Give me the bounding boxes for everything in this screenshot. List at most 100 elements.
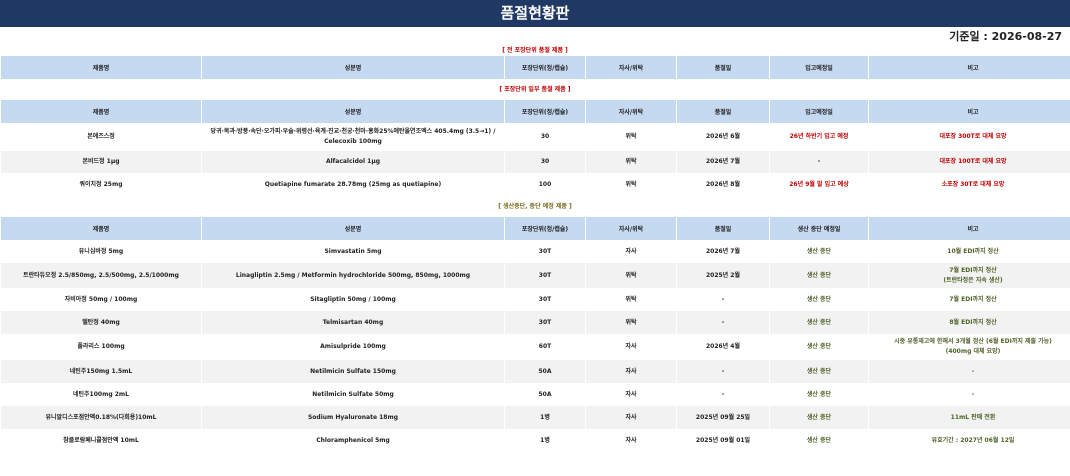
cell-ingredient: Linagliptin 2.5mg / Metformin hydrochlor… bbox=[202, 263, 504, 288]
cell-discontinue-date: 생산 중단 bbox=[770, 406, 868, 429]
col-remarks: 비고 bbox=[869, 100, 1070, 123]
cell-package: 30T bbox=[505, 263, 585, 288]
cell-package: 30 bbox=[505, 123, 585, 151]
cell-ingredient: Simvastatin 5mg bbox=[202, 240, 504, 263]
col-package: 포장단위(정/캡슐) bbox=[505, 100, 585, 123]
cell-restock-date: 26년 9월 말 입고 예상 bbox=[770, 173, 868, 196]
table-header: 제품명 성분명 포장단위(정/캡슐) 자사/위탁 품절일 생산 중단 예정일 비… bbox=[1, 217, 1070, 240]
col-ingredient: 성분명 bbox=[202, 217, 504, 240]
cell-maker: 위탁 bbox=[586, 151, 676, 173]
cell-maker: 위탁 bbox=[586, 123, 676, 151]
col-product: 제품명 bbox=[1, 100, 201, 123]
col-restock-date: 입고예정일 bbox=[770, 100, 868, 123]
cell-ingredient: Quetiapine fumarate 28.78mg (25mg as que… bbox=[202, 173, 504, 196]
col-remarks: 비고 bbox=[869, 56, 1070, 79]
cell-maker: 자사 bbox=[586, 429, 676, 452]
cell-product: 쿼이치정 25mg bbox=[1, 173, 201, 196]
cell-soldout-date: 2026년 8월 bbox=[677, 173, 769, 196]
cell-restock-date: - bbox=[770, 151, 868, 173]
cell-package: 100 bbox=[505, 173, 585, 196]
table-row: 유니알디스포점안액0.18%(다회용)10mL Sodium Hyalurona… bbox=[1, 406, 1070, 429]
cell-soldout-date: 2026년 7월 bbox=[677, 240, 769, 263]
cell-package: 1병 bbox=[505, 406, 585, 429]
cell-ingredient: Sodium Hyaluronate 18mg bbox=[202, 406, 504, 429]
table-row: 폴라리스 100mg Amisulpride 100mg 60T 자사 2026… bbox=[1, 334, 1070, 360]
cell-package: 1병 bbox=[505, 429, 585, 452]
table-row: 본에즈스정 당귀·목과·방풍·속단·오가피·우슬·위령선·육계·진교·천궁·천마… bbox=[1, 123, 1070, 151]
cell-package: 30T bbox=[505, 288, 585, 311]
table-header: 제품명 성분명 포장단위(정/캡슐) 자사/위탁 품절일 입고예정일 비고 bbox=[1, 56, 1070, 79]
cell-ingredient: Netilmicin Sulfate 50mg bbox=[202, 383, 504, 406]
table-row: 참클로람페니콜점안액 10mL Chloramphenicol 5mg 1병 자… bbox=[1, 429, 1070, 452]
section-label-full: [ 전 포장단위 품절 제품 ] bbox=[502, 47, 568, 54]
col-soldout-date: 품절일 bbox=[677, 100, 769, 123]
cell-maker: 자사 bbox=[586, 360, 676, 383]
cell-soldout-date: - bbox=[677, 288, 769, 311]
cell-soldout-date: - bbox=[677, 360, 769, 383]
cell-soldout-date: 2026년 4월 bbox=[677, 334, 769, 360]
table-row: 본비드정 1μg Alfacalcidol 1μg 30 위탁 2026년 7월… bbox=[1, 151, 1070, 173]
cell-discontinue-date: 생산 중단 bbox=[770, 240, 868, 263]
cell-discontinue-date: 생산 중단 bbox=[770, 360, 868, 383]
cell-ingredient: Netilmicin Sulfate 150mg bbox=[202, 360, 504, 383]
cell-discontinue-date: 생산 중단 bbox=[770, 311, 868, 334]
cell-product: 본에즈스정 bbox=[1, 123, 201, 151]
cell-product: 본비드정 1μg bbox=[1, 151, 201, 173]
cell-remarks: 10월 EDI까지 정산 bbox=[869, 240, 1070, 263]
col-remarks: 비고 bbox=[869, 217, 1070, 240]
table-row: 트란타듀오정 2.5/850mg, 2.5/500mg, 2.5/1000mg … bbox=[1, 263, 1070, 288]
cell-remarks: 시중 유통재고에 한해서 3개월 정산 (6월 EDI까지 제출 가능) (40… bbox=[869, 334, 1070, 360]
cell-soldout-date: 2025년 09월 01일 bbox=[677, 429, 769, 452]
table-partial: 제품명 성분명 포장단위(정/캡슐) 자사/위탁 품절일 입고예정일 비고 본에… bbox=[0, 100, 1070, 196]
cell-package: 30T bbox=[505, 240, 585, 263]
cell-product: 텔탄정 40mg bbox=[1, 311, 201, 334]
reference-date: 기준일 : 2026-08-27 bbox=[949, 30, 1062, 43]
col-soldout-date: 품절일 bbox=[677, 56, 769, 79]
cell-ingredient: Telmisartan 40mg bbox=[202, 311, 504, 334]
cell-ingredient: Alfacalcidol 1μg bbox=[202, 151, 504, 173]
cell-product: 폴라리스 100mg bbox=[1, 334, 201, 360]
cell-remarks: 7월 EDI까지 정산 bbox=[869, 288, 1070, 311]
cell-restock-date: 26년 하반기 입고 예정 bbox=[770, 123, 868, 151]
col-restock-date: 입고예정일 bbox=[770, 56, 868, 79]
cell-ingredient: Chloramphenicol 5mg bbox=[202, 429, 504, 452]
cell-product: 네틴주100mg 2mL bbox=[1, 383, 201, 406]
cell-soldout-date: 2025년 2월 bbox=[677, 263, 769, 288]
table-row: 자비아정 50mg / 100mg Sitagliptin 50mg / 100… bbox=[1, 288, 1070, 311]
cell-soldout-date: 2026년 7월 bbox=[677, 151, 769, 173]
cell-ingredient: Sitagliptin 50mg / 100mg bbox=[202, 288, 504, 311]
cell-maker: 자사 bbox=[586, 334, 676, 360]
cell-discontinue-date: 생산 중단 bbox=[770, 288, 868, 311]
cell-package: 30T bbox=[505, 311, 585, 334]
cell-product: 유니심바정 5mg bbox=[1, 240, 201, 263]
col-product: 제품명 bbox=[1, 217, 201, 240]
cell-remarks: - bbox=[869, 360, 1070, 383]
cell-maker: 위탁 bbox=[586, 288, 676, 311]
cell-soldout-date: - bbox=[677, 311, 769, 334]
cell-maker: 자사 bbox=[586, 240, 676, 263]
col-maker: 자사/위탁 bbox=[586, 217, 676, 240]
col-maker: 자사/위탁 bbox=[586, 56, 676, 79]
cell-discontinue-date: 생산 중단 bbox=[770, 334, 868, 360]
cell-product: 유니알디스포점안액0.18%(다회용)10mL bbox=[1, 406, 201, 429]
cell-discontinue-date: 생산 중단 bbox=[770, 263, 868, 288]
section-label-partial: [ 포장단위 일부 품절 제품 ] bbox=[499, 86, 571, 93]
cell-product: 네틴주150mg 1.5mL bbox=[1, 360, 201, 383]
table-header: 제품명 성분명 포장단위(정/캡슐) 자사/위탁 품절일 입고예정일 비고 bbox=[1, 100, 1070, 123]
page-title: 품절현황판 bbox=[0, 0, 1070, 27]
cell-remarks: 대포장 300T로 대체 요망 bbox=[869, 123, 1070, 151]
table-row: 텔탄정 40mg Telmisartan 40mg 30T 위탁 - 생산 중단… bbox=[1, 311, 1070, 334]
cell-maker: 위탁 bbox=[586, 263, 676, 288]
cell-discontinue-date: 생산 중단 bbox=[770, 383, 868, 406]
cell-product: 트란타듀오정 2.5/850mg, 2.5/500mg, 2.5/1000mg bbox=[1, 263, 201, 288]
table-row: 유니심바정 5mg Simvastatin 5mg 30T 자사 2026년 7… bbox=[1, 240, 1070, 263]
cell-maker: 자사 bbox=[586, 406, 676, 429]
col-ingredient: 성분명 bbox=[202, 56, 504, 79]
section-label-discontinued: [ 생산중단, 중단 예정 제품 ] bbox=[498, 203, 572, 210]
col-soldout-date: 품절일 bbox=[677, 217, 769, 240]
cell-remarks: 유효기간 : 2027년 06월 12일 bbox=[869, 429, 1070, 452]
col-discontinue-date: 생산 중단 예정일 bbox=[770, 217, 868, 240]
col-ingredient: 성분명 bbox=[202, 100, 504, 123]
cell-soldout-date: 2025년 09월 25일 bbox=[677, 406, 769, 429]
cell-ingredient: Amisulpride 100mg bbox=[202, 334, 504, 360]
